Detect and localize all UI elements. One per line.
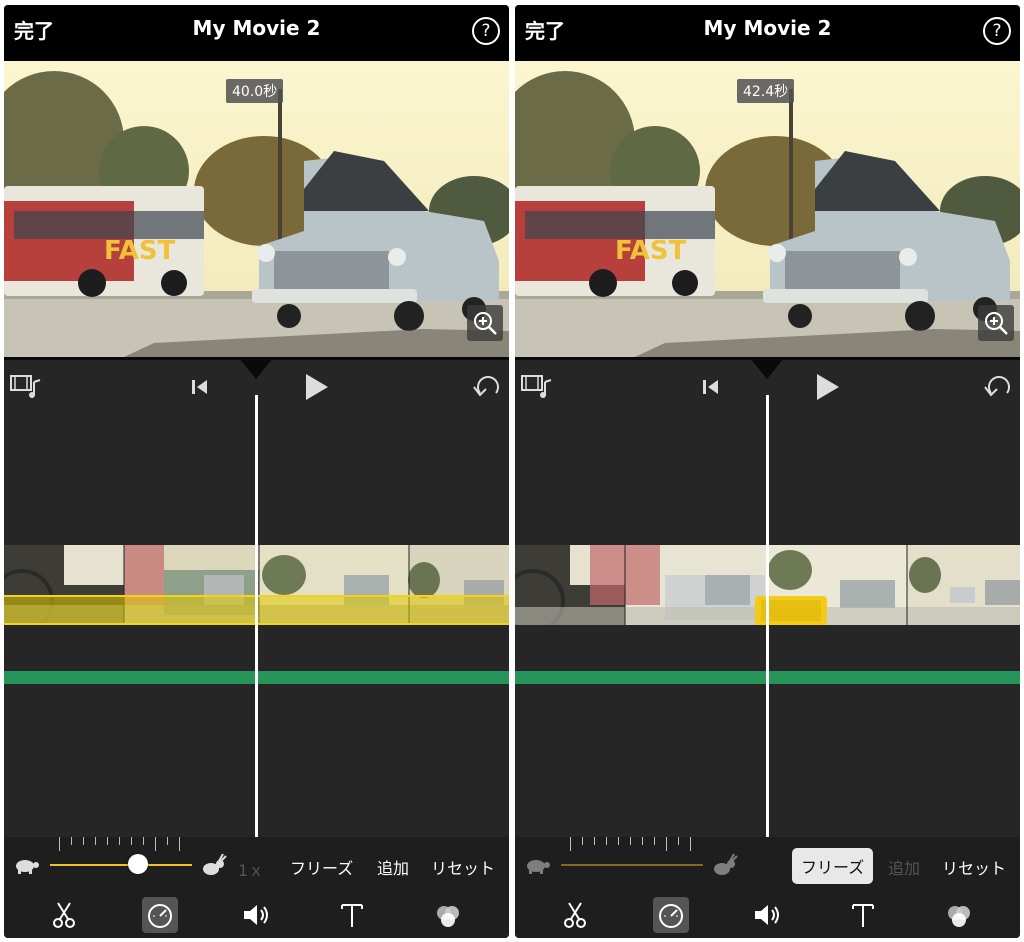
speed-value-label: 1ｘ <box>238 861 265 880</box>
title-text-icon[interactable] <box>845 897 881 933</box>
playhead[interactable] <box>766 395 769 837</box>
scissors-icon[interactable] <box>46 897 82 933</box>
zoom-in-icon[interactable] <box>978 305 1014 341</box>
inspector-bar: フリーズ 追加 リセット <box>515 837 1020 938</box>
help-icon[interactable]: ? <box>472 17 500 45</box>
turtle-icon <box>525 855 551 881</box>
video-preview: FAST 40.0秒 <box>4 61 509 357</box>
undo-icon[interactable] <box>472 373 502 406</box>
project-title: My Movie 2 <box>192 16 321 40</box>
project-title: My Movie 2 <box>703 16 832 40</box>
svg-text:FAST: FAST <box>615 236 687 266</box>
video-frame-image: FAST <box>515 61 1020 357</box>
speed-slider-track <box>561 864 703 866</box>
freeze-button[interactable]: フリーズ <box>792 848 874 884</box>
add-button[interactable]: 追加 <box>888 855 920 879</box>
editor-panel-left: 完了 My Movie 2 ? FAST 40.0秒 1ｘ フリーズ 追加 リセ… <box>4 5 509 938</box>
top-bar: 完了 My Movie 2 ? <box>4 5 509 61</box>
rabbit-icon <box>201 853 227 883</box>
time-badge: 42.4秒 <box>737 79 795 103</box>
play-icon[interactable] <box>815 372 841 407</box>
film-music-icon[interactable] <box>521 373 553 404</box>
timeline[interactable] <box>515 357 1020 837</box>
film-music-icon[interactable] <box>10 373 42 404</box>
zoom-in-icon[interactable] <box>467 305 503 341</box>
freeze-button[interactable]: フリーズ <box>290 855 353 879</box>
speed-ruler <box>59 837 184 851</box>
speed-slider-track[interactable] <box>50 864 192 866</box>
playhead-notch <box>238 357 274 379</box>
undo-icon[interactable] <box>983 373 1013 406</box>
top-bar: 完了 My Movie 2 ? <box>515 5 1020 61</box>
skip-to-start-icon[interactable] <box>190 377 210 402</box>
play-icon[interactable] <box>304 372 330 407</box>
speedometer-icon[interactable] <box>142 897 178 933</box>
editor-panel-right: 完了 My Movie 2 ? FAST 42.4秒 フリーズ 追加 リセット <box>515 5 1020 938</box>
video-frame-image: FAST <box>4 61 509 357</box>
help-icon[interactable]: ? <box>983 17 1011 45</box>
skip-to-start-icon[interactable] <box>701 377 721 402</box>
speed-slider-thumb[interactable] <box>128 854 148 874</box>
reset-button[interactable]: リセット <box>431 855 495 879</box>
video-preview: FAST 42.4秒 <box>515 61 1020 357</box>
filters-icon[interactable] <box>430 897 466 933</box>
inspector-bar: 1ｘ フリーズ 追加 リセット <box>4 837 509 938</box>
tool-bar <box>515 895 1020 937</box>
rabbit-icon <box>712 853 738 883</box>
tool-bar <box>4 895 509 937</box>
speedometer-icon[interactable] <box>653 897 689 933</box>
playhead[interactable] <box>255 395 258 837</box>
svg-text:FAST: FAST <box>104 236 176 266</box>
turtle-icon <box>14 855 40 881</box>
volume-icon[interactable] <box>749 897 785 933</box>
reset-button[interactable]: リセット <box>942 855 1006 879</box>
time-badge: 40.0秒 <box>226 79 284 103</box>
title-text-icon[interactable] <box>334 897 370 933</box>
add-button[interactable]: 追加 <box>377 855 409 879</box>
timeline[interactable] <box>4 357 509 837</box>
playhead-notch <box>749 357 785 379</box>
speed-ruler <box>570 837 695 851</box>
volume-icon[interactable] <box>238 897 274 933</box>
scissors-icon[interactable] <box>557 897 593 933</box>
filters-icon[interactable] <box>941 897 977 933</box>
